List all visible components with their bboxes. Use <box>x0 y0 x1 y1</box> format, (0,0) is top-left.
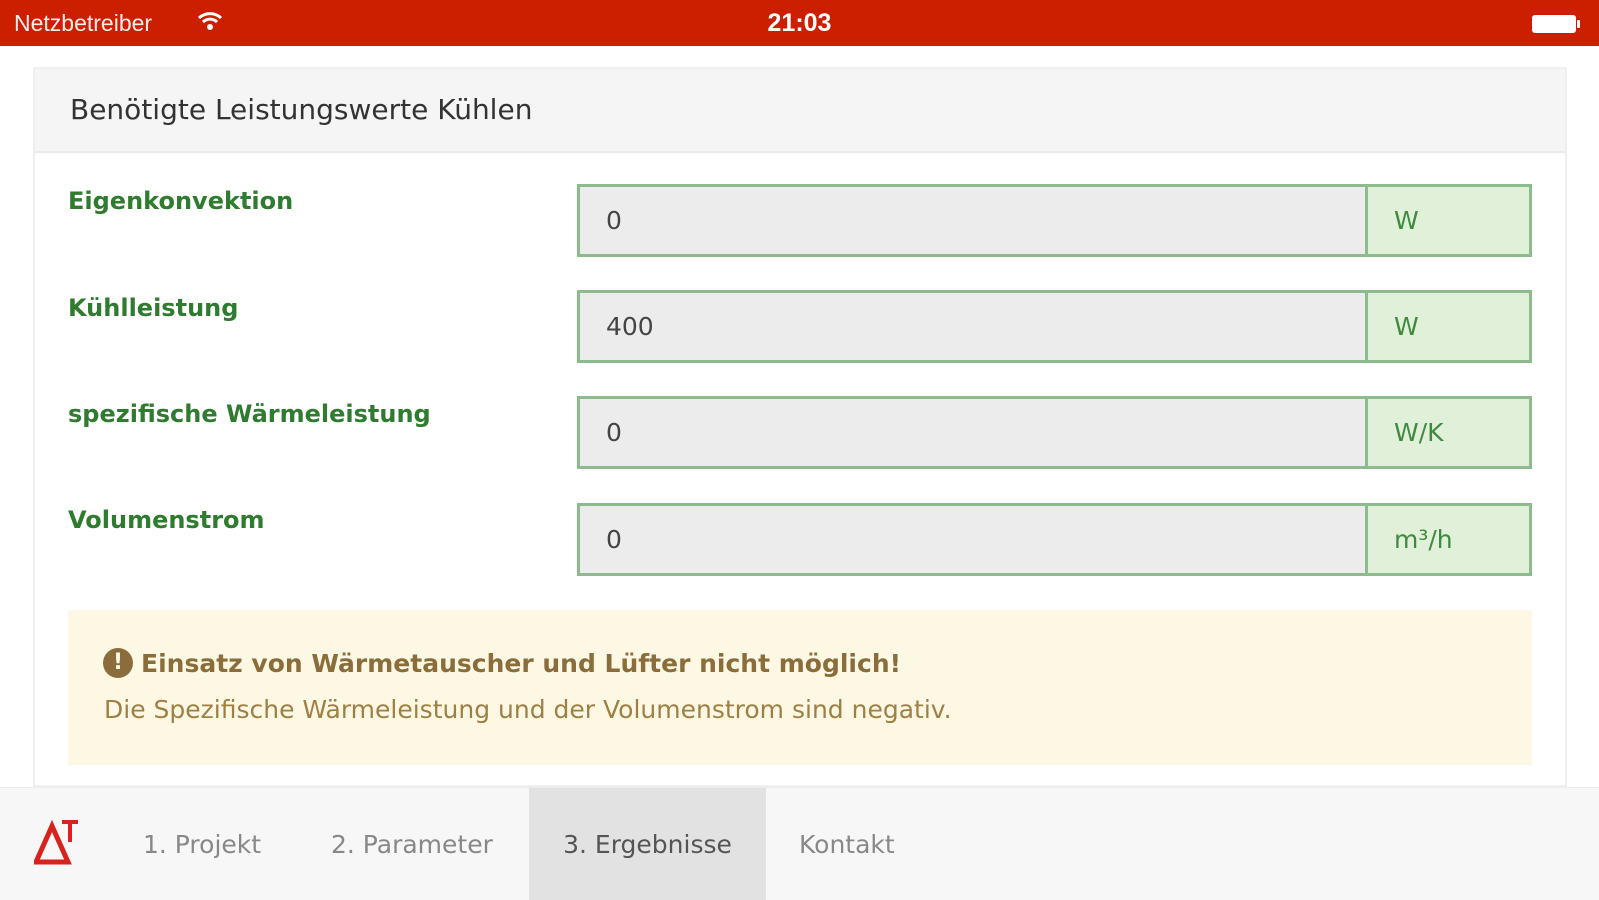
spezifische-waermeleistung-value[interactable]: 0 <box>580 399 1368 466</box>
alert-title-row: ! Einsatz von Wärmetauscher und Lüfter n… <box>103 648 901 678</box>
battery-icon <box>1532 15 1580 33</box>
kuehlleistung-value[interactable]: 400 <box>580 293 1368 360</box>
tab-kontakt[interactable]: Kontakt <box>799 788 895 900</box>
field-volumenstrom[interactable]: 0 m³/h <box>577 503 1532 576</box>
status-time: 21:03 <box>767 9 832 37</box>
alert-title: Einsatz von Wärmetauscher und Lüfter nic… <box>141 648 902 678</box>
eigenkonvektion-value[interactable]: 0 <box>580 187 1368 254</box>
field-eigenkonvektion[interactable]: 0 W <box>577 184 1532 257</box>
label-volumenstrom: Volumenstrom <box>68 506 265 534</box>
panel-title: Benötigte Leistungswerte Kühlen <box>70 93 533 126</box>
volumenstrom-unit: m³/h <box>1368 506 1529 573</box>
field-spezifische-waermeleistung[interactable]: 0 W/K <box>577 396 1532 469</box>
field-kuehlleistung[interactable]: 400 W <box>577 290 1532 363</box>
tab-parameter[interactable]: 2. Parameter <box>331 788 493 900</box>
alert-message: Die Spezifische Wärmeleistung und der Vo… <box>104 695 952 724</box>
label-spezifische-waermeleistung: spezifische Wärmeleistung <box>68 400 431 428</box>
spezifische-waermeleistung-unit: W/K <box>1368 399 1529 466</box>
exclamation-circle-icon: ! <box>103 648 133 678</box>
volumenstrom-value[interactable]: 0 <box>580 506 1368 573</box>
kuehlleistung-unit: W <box>1368 293 1529 360</box>
bottom-tab-bar: 1. Projekt 2. Parameter 3. Ergebnisse Ko… <box>0 787 1599 900</box>
panel-header: Benötigte Leistungswerte Kühlen <box>35 69 1565 153</box>
status-bar: Netzbetreiber 21:03 <box>0 0 1599 46</box>
delta-t-logo-icon[interactable] <box>34 818 80 868</box>
warning-alert: ! Einsatz von Wärmetauscher und Lüfter n… <box>68 610 1532 765</box>
label-kuehlleistung: Kühlleistung <box>68 294 239 322</box>
label-eigenkonvektion: Eigenkonvektion <box>68 187 294 215</box>
tab-ergebnisse[interactable]: 3. Ergebnisse <box>529 788 766 900</box>
eigenkonvektion-unit: W <box>1368 187 1529 254</box>
tab-projekt[interactable]: 1. Projekt <box>143 788 261 900</box>
